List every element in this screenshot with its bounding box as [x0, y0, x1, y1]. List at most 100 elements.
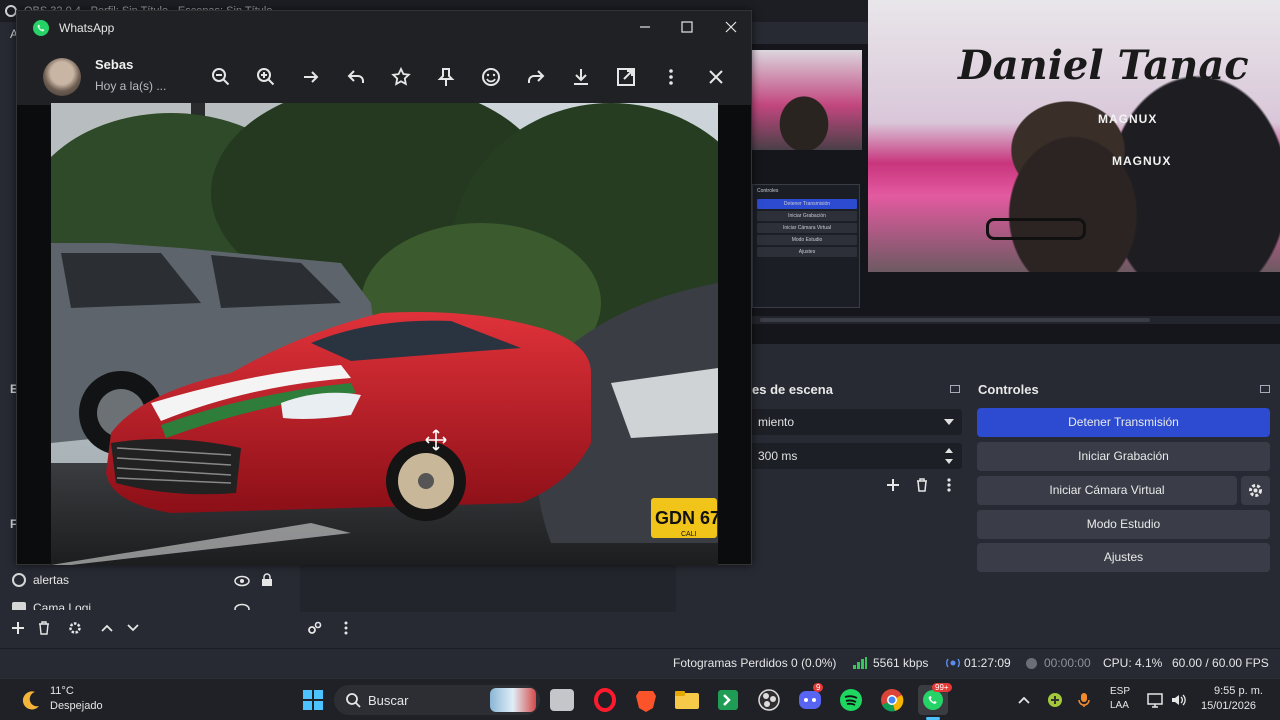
- scene-transitions-title: es de escena: [752, 382, 833, 397]
- transition-more-button[interactable]: [944, 477, 954, 493]
- settings-button[interactable]: Ajustes: [977, 543, 1270, 572]
- remove-transition-button[interactable]: [914, 477, 930, 493]
- source-row[interactable]: alertas: [10, 570, 290, 592]
- mini-btn-settings: Ajustes: [757, 247, 857, 257]
- star-icon[interactable]: [390, 66, 412, 88]
- audio-mixer-dock: [300, 562, 676, 612]
- open-external-icon[interactable]: [615, 66, 637, 88]
- mixer-more-icon[interactable]: [342, 621, 350, 635]
- emoji-icon[interactable]: [480, 66, 502, 88]
- lock-icon[interactable]: [261, 573, 273, 587]
- pin-icon[interactable]: [435, 66, 457, 88]
- remove-source-icon[interactable]: [37, 621, 51, 635]
- sources-toolbar: [0, 614, 296, 644]
- tray-chevron-up-icon[interactable]: [1017, 693, 1031, 707]
- move-down-icon[interactable]: [126, 621, 140, 635]
- windows-taskbar: 11°C Despejado Buscar 9 99+ ESP LAA 9:55…: [0, 678, 1280, 720]
- spin-down-icon[interactable]: [945, 459, 953, 464]
- signal-icon: [853, 657, 867, 669]
- minimize-icon[interactable]: [637, 19, 653, 35]
- mixer-settings-icon[interactable]: [307, 621, 323, 635]
- source-label: alertas: [33, 573, 70, 587]
- globe-icon: [12, 573, 26, 587]
- record-time: 00:00:00: [1044, 656, 1091, 670]
- eye-icon[interactable]: [234, 575, 250, 587]
- license-plate-city: CALI: [681, 531, 697, 538]
- whatsapp-taskbar-icon[interactable]: 99+: [918, 683, 952, 715]
- task-view-icon[interactable]: [550, 689, 574, 711]
- opera-icon[interactable]: [590, 685, 620, 715]
- source-properties-icon[interactable]: [68, 621, 82, 635]
- preview-scrollbar-thumb[interactable]: [760, 318, 1150, 322]
- brave-icon[interactable]: [631, 685, 661, 715]
- clock-date[interactable]: 15/01/2026: [1201, 700, 1256, 712]
- source-label: Cama Logi: [33, 601, 92, 610]
- graffiti-text: Daniel Tanac: [958, 42, 1249, 89]
- start-virtual-camera-button[interactable]: Iniciar Cámara Virtual: [977, 476, 1237, 505]
- media-image[interactable]: GDN 67 CALI: [51, 103, 718, 565]
- source-row[interactable]: Cama Logi: [10, 598, 290, 610]
- contact-name[interactable]: Sebas: [95, 57, 133, 72]
- close-icon[interactable]: [705, 66, 727, 88]
- search-icon: [346, 693, 361, 708]
- whatsapp-logo-icon: [33, 20, 49, 36]
- bitrate: 5561 kbps: [873, 656, 929, 670]
- clock-time[interactable]: 9:55 p. m.: [1214, 685, 1263, 697]
- move-up-icon[interactable]: [100, 621, 114, 635]
- tray-app-icon[interactable]: [1047, 692, 1063, 708]
- language-indicator[interactable]: ESP: [1110, 686, 1130, 697]
- zoom-in-icon[interactable]: [255, 66, 277, 88]
- fps: 60.00 / 60.00 FPS: [1172, 656, 1269, 670]
- network-icon[interactable]: [1147, 692, 1163, 708]
- streaming-icon: [946, 658, 960, 668]
- stop-streaming-button[interactable]: Detener Transmisión: [977, 408, 1270, 437]
- weather-widget[interactable]: 11°C Despejado: [20, 683, 110, 717]
- car-photo: GDN 67 CALI: [51, 103, 718, 565]
- volume-icon[interactable]: [1170, 692, 1186, 708]
- contact-last-seen: Hoy a la(s) ...: [95, 79, 167, 93]
- trash-icon: [917, 478, 927, 492]
- search-highlight-image: [490, 688, 536, 712]
- mini-panel-title: Controles: [757, 188, 779, 194]
- chair-brand-text-2: MAGNUX: [1112, 154, 1172, 168]
- window-close-icon[interactable]: [723, 19, 739, 35]
- add-source-icon[interactable]: [11, 621, 25, 635]
- whatsapp-titlebar: WhatsApp: [17, 11, 751, 45]
- eye-icon[interactable]: [234, 603, 250, 610]
- gear-icon: [1249, 484, 1262, 497]
- start-recording-button[interactable]: Iniciar Grabación: [977, 442, 1270, 471]
- spin-up-icon[interactable]: [945, 448, 953, 453]
- zoom-out-icon[interactable]: [210, 66, 232, 88]
- add-transition-button[interactable]: [885, 477, 901, 493]
- maximize-icon[interactable]: [679, 19, 695, 35]
- forward-icon[interactable]: [525, 66, 547, 88]
- license-plate-text: GDN 67: [655, 508, 718, 528]
- spotify-icon[interactable]: [836, 685, 866, 715]
- download-icon[interactable]: [570, 66, 592, 88]
- dock-float-icon[interactable]: [950, 385, 960, 393]
- reply-icon[interactable]: [345, 66, 367, 88]
- weather-desc: Despejado: [50, 700, 103, 712]
- windows-start-icon[interactable]: [298, 685, 328, 715]
- controls-float-icon[interactable]: [1260, 385, 1270, 393]
- terminal-app-icon[interactable]: [713, 685, 743, 715]
- duration-spinbox[interactable]: 300 ms: [750, 443, 962, 469]
- studio-mode-button[interactable]: Modo Estudio: [977, 510, 1270, 539]
- language-layout[interactable]: LAA: [1110, 700, 1129, 711]
- more-vert-icon[interactable]: [660, 66, 682, 88]
- duration-value: 300 ms: [758, 449, 798, 463]
- file-explorer-icon[interactable]: [672, 685, 702, 715]
- microphone-icon[interactable]: [1078, 692, 1090, 708]
- preview-webcam-thumbnail: [752, 50, 862, 150]
- chrome-icon[interactable]: [877, 685, 907, 715]
- controls-title: Controles: [978, 382, 1039, 397]
- taskbar-search[interactable]: Buscar: [334, 685, 540, 715]
- obs-taskbar-icon[interactable]: [754, 685, 784, 715]
- discord-icon[interactable]: 9: [795, 683, 825, 715]
- arrow-right-icon[interactable]: [300, 66, 322, 88]
- virtual-camera-settings-button[interactable]: [1241, 476, 1270, 505]
- avatar[interactable]: [43, 58, 81, 96]
- move-cursor-icon: [425, 429, 447, 451]
- transition-select[interactable]: miento: [750, 409, 962, 435]
- chair-brand-text-1: MAGNUX: [1098, 112, 1158, 126]
